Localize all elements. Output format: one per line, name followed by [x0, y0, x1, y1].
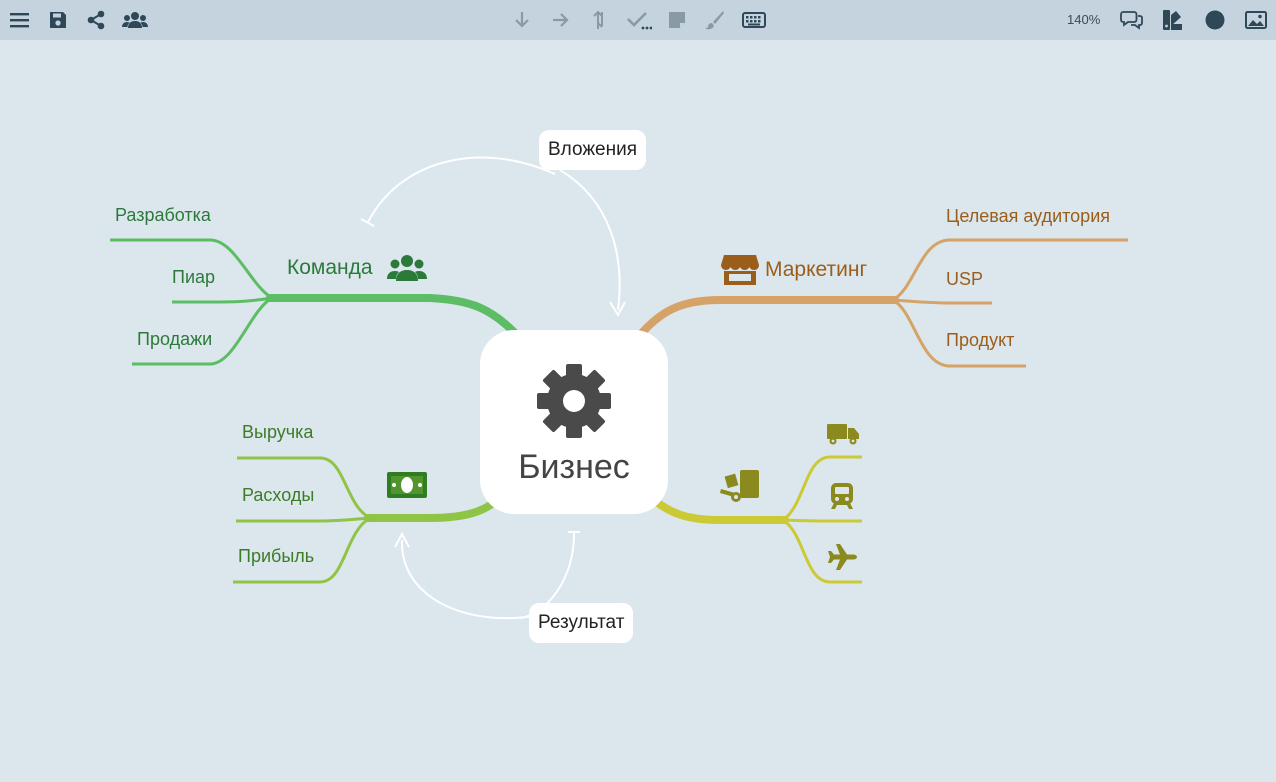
central-title: Бизнес — [518, 448, 630, 486]
marketing-child-product[interactable]: Продукт — [946, 330, 1014, 351]
team-child-line — [172, 296, 273, 304]
share-icon[interactable] — [82, 6, 110, 34]
mindmap-canvas[interactable]: Бизнес Команда Разработка Пиар Продажи М… — [0, 40, 1276, 782]
image-icon[interactable] — [1242, 6, 1270, 34]
plane-icon[interactable] — [828, 544, 858, 570]
users-icon[interactable] — [120, 6, 150, 34]
marketing-child-usp[interactable]: USP — [946, 269, 983, 290]
team-child-development[interactable]: Разработка — [115, 205, 211, 226]
train-icon[interactable] — [830, 482, 854, 510]
team-child-pr[interactable]: Пиар — [172, 267, 215, 288]
store-icon — [721, 255, 759, 285]
investments-relation-line — [367, 156, 556, 223]
result-label[interactable]: Результат — [529, 603, 634, 643]
toolbar: 140% — [0, 0, 1276, 40]
money-icon[interactable] — [387, 472, 427, 498]
finance-child-revenue[interactable]: Выручка — [242, 422, 313, 443]
zoom-level[interactable]: 140% — [1067, 12, 1100, 27]
team-child-sales[interactable]: Продажи — [137, 329, 212, 350]
dolly-icon[interactable] — [720, 469, 760, 503]
marketing-child-audience[interactable]: Целевая аудитория — [946, 206, 1110, 227]
marketing-main-branch — [636, 296, 899, 339]
arrow-down-icon[interactable] — [508, 6, 536, 34]
logistics-child-line — [782, 518, 862, 523]
brush-icon[interactable] — [701, 6, 729, 34]
palette-icon[interactable] — [1159, 6, 1187, 34]
logistics-main-branch — [644, 491, 789, 524]
menu-icon[interactable] — [6, 6, 34, 34]
circle-icon[interactable] — [1201, 6, 1229, 34]
users-icon — [387, 255, 427, 281]
save-icon[interactable] — [44, 6, 72, 34]
sticky-note-icon[interactable] — [663, 6, 691, 34]
finance-child-expenses[interactable]: Расходы — [242, 485, 314, 506]
finance-child-line — [236, 516, 371, 523]
keyboard-icon[interactable] — [739, 6, 769, 34]
team-main-branch — [266, 294, 519, 337]
investments-relation-line — [559, 169, 621, 311]
marketing-child-line — [892, 238, 1128, 302]
marketing-child-line — [892, 298, 992, 305]
truck-icon[interactable] — [827, 423, 859, 445]
gear-icon — [537, 364, 611, 438]
team-node[interactable]: Команда — [287, 256, 373, 280]
result-relation-line — [400, 539, 541, 620]
swap-vertical-icon[interactable] — [586, 6, 614, 34]
checklist-icon[interactable] — [624, 6, 654, 34]
investments-label[interactable]: Вложения — [539, 130, 646, 170]
marketing-node[interactable]: Маркетинг — [765, 258, 867, 282]
arrow-right-icon[interactable] — [547, 6, 575, 34]
comments-icon[interactable] — [1118, 6, 1146, 34]
central-node[interactable]: Бизнес — [480, 330, 668, 514]
finance-child-profit[interactable]: Прибыль — [238, 546, 314, 567]
